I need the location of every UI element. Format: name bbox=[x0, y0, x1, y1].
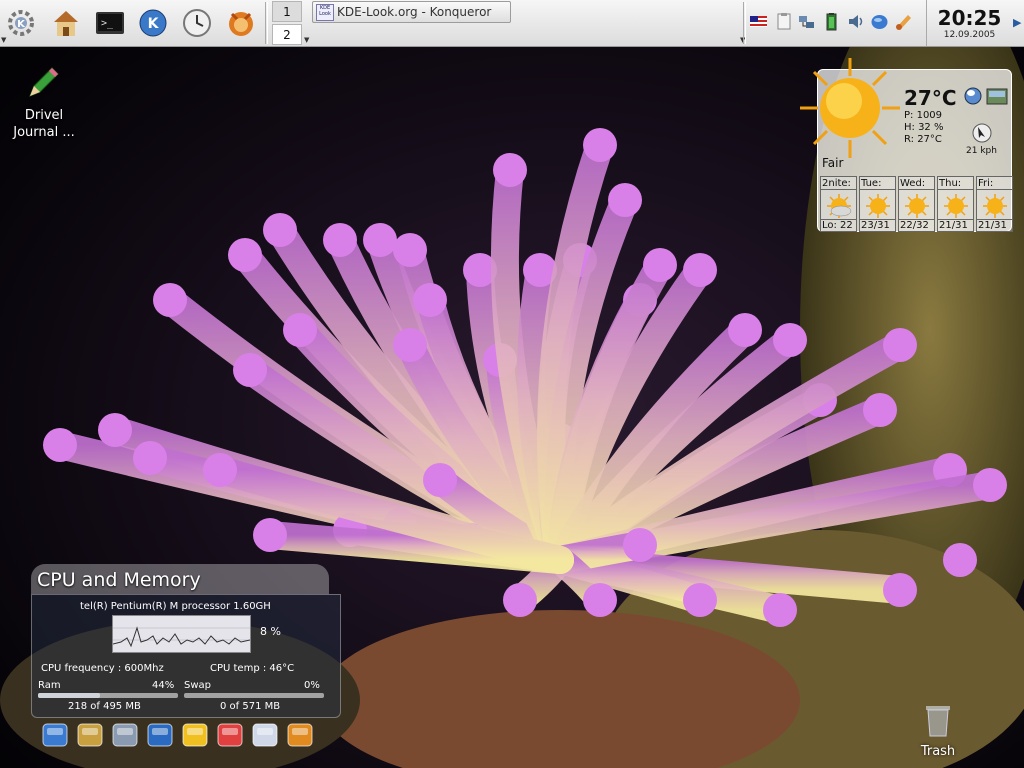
pencil-icon bbox=[29, 67, 59, 97]
pager-desktop-2[interactable]: 2 bbox=[272, 24, 302, 45]
widget-title: CPU and Memory bbox=[31, 564, 329, 594]
forecast-day: Fri: 21/31 bbox=[976, 176, 1013, 232]
forecast-day-name: 2nite: bbox=[821, 177, 856, 190]
forecast-day: Tue: 23/31 bbox=[859, 176, 896, 232]
home-launcher[interactable] bbox=[49, 6, 83, 40]
kde-menu-button[interactable]: K bbox=[4, 6, 38, 40]
forecast-temp: 21/31 bbox=[938, 219, 973, 231]
forecast-temp: 23/31 bbox=[860, 219, 895, 231]
wind-direction-icon bbox=[972, 123, 992, 143]
ram-percent: 44% bbox=[152, 680, 175, 691]
swap-label: Swap bbox=[184, 680, 212, 691]
sun-icon bbox=[905, 194, 929, 218]
svg-text:>_: >_ bbox=[101, 18, 114, 29]
konsole-icon: >_ bbox=[96, 12, 124, 34]
cpu-usage-percent: 8 % bbox=[260, 625, 281, 638]
weather-wind-speed: 21 kph bbox=[966, 146, 997, 156]
desktop-icon-label: Trash bbox=[920, 744, 956, 759]
forecast-day: Thu: 21/31 bbox=[937, 176, 974, 232]
clock-icon bbox=[183, 9, 211, 37]
forecast-temp: 22/32 bbox=[899, 219, 934, 231]
weather-condition: Fair bbox=[822, 156, 844, 170]
ram-usage-bar bbox=[38, 693, 178, 698]
swap-usage-text: 0 of 571 MB bbox=[220, 701, 281, 712]
partly-cloudy-icon bbox=[827, 194, 852, 218]
desktop-icon-label: Drivel Journal ... bbox=[13, 108, 75, 140]
globe-icon[interactable] bbox=[870, 12, 889, 31]
taskbar-title: KDE-Look.org - Konqueror bbox=[337, 5, 492, 19]
sun-icon bbox=[944, 194, 968, 218]
battery-icon[interactable] bbox=[822, 12, 841, 31]
taskbar-button-konqueror[interactable]: KDE Look KDE-Look.org - Konqueror bbox=[312, 1, 511, 23]
panel-hide-arrow-icon[interactable]: ▶ bbox=[1013, 16, 1021, 29]
weather-humidity: H: 32 % bbox=[904, 122, 944, 133]
panel-separator bbox=[265, 2, 268, 44]
sun-icon bbox=[983, 194, 1007, 218]
panel-separator bbox=[743, 2, 746, 44]
radar-map-icon[interactable] bbox=[986, 86, 1008, 106]
kontact-launcher[interactable] bbox=[180, 6, 214, 40]
konqueror-launcher[interactable]: K bbox=[136, 6, 170, 40]
kde-panel: K ▼ >_ K 1 2 ▼ KDE Look KDE-Look.org - K… bbox=[0, 0, 1024, 47]
forecast-day-name: Thu: bbox=[938, 177, 973, 190]
menu-arrow-icon: ▼ bbox=[1, 36, 7, 44]
weather-realfeel: R: 27°C bbox=[904, 134, 942, 145]
wifi-icon[interactable] bbox=[75, 720, 105, 750]
desktop-icon-drivel[interactable]: Drivel Journal ... bbox=[10, 62, 78, 141]
cpu-frequency: CPU frequency : 600Mhz bbox=[41, 663, 164, 674]
forecast-day-name: Tue: bbox=[860, 177, 895, 190]
swap-percent: 0% bbox=[304, 680, 320, 691]
ram-label: Ram bbox=[38, 680, 61, 691]
forecast-day: 2nite: Lo: 22 bbox=[820, 176, 857, 232]
cpu-temperature: CPU temp : 46°C bbox=[210, 663, 295, 674]
weather-pressure: P: 1009 bbox=[904, 110, 943, 121]
cpu-load-graph bbox=[112, 615, 251, 653]
sun-icon bbox=[866, 194, 890, 218]
alarm-clock-icon[interactable] bbox=[180, 720, 210, 750]
harddisk-icon[interactable] bbox=[110, 720, 140, 750]
klipper-icon[interactable] bbox=[774, 12, 793, 31]
home-folder-icon bbox=[54, 11, 78, 36]
svg-text:K: K bbox=[148, 16, 160, 32]
processor-name: tel(R) Pentium(R) M processor 1.60GH bbox=[80, 601, 271, 612]
trash-bin-icon[interactable] bbox=[285, 720, 315, 750]
terminal-launcher[interactable]: >_ bbox=[93, 6, 127, 40]
monitor-icon[interactable] bbox=[40, 720, 70, 750]
panel-clock[interactable]: 20:25 12.09.2005 bbox=[926, 0, 1012, 46]
globe-icon[interactable] bbox=[963, 86, 983, 106]
ram-usage-text: 218 of 495 MB bbox=[68, 701, 141, 712]
email-icon[interactable] bbox=[250, 720, 280, 750]
trash-icon bbox=[926, 706, 950, 737]
sun-icon bbox=[800, 58, 900, 158]
forecast-day-name: Wed: bbox=[899, 177, 934, 190]
forecast-day-name: Fri: bbox=[977, 177, 1012, 190]
kde-gear-icon: K bbox=[8, 10, 34, 36]
pager-desktop-1[interactable]: 1 bbox=[272, 1, 302, 22]
calendar-icon[interactable] bbox=[215, 720, 245, 750]
weather-temperature: 27°C bbox=[904, 86, 957, 110]
firefox-icon bbox=[229, 12, 253, 36]
volume-icon[interactable] bbox=[846, 12, 865, 31]
clock-time: 20:25 bbox=[937, 6, 1002, 30]
kde-look-icon: KDE Look bbox=[316, 4, 334, 21]
firefox-launcher[interactable] bbox=[224, 6, 258, 40]
globe-icon[interactable] bbox=[145, 720, 175, 750]
forecast-day: Wed: 22/32 bbox=[898, 176, 935, 232]
widget-body: tel(R) Pentium(R) M processor 1.60GH 8 %… bbox=[31, 594, 341, 718]
clock-date: 12.09.2005 bbox=[943, 30, 996, 40]
weather-widget[interactable]: 27°C P: 1009 H: 32 % R: 27°C 21 kph Fair… bbox=[800, 58, 1013, 232]
audio-player-icon[interactable] bbox=[894, 12, 913, 31]
pager-arrow-icon: ▼ bbox=[304, 36, 310, 44]
forecast-temp: Lo: 22 bbox=[821, 219, 856, 231]
forecast-temp: 21/31 bbox=[977, 219, 1012, 231]
swap-usage-bar bbox=[184, 693, 324, 698]
network-icon[interactable] bbox=[797, 12, 816, 31]
desktop-icon-trash[interactable]: Trash bbox=[905, 700, 971, 760]
svg-text:K: K bbox=[17, 19, 26, 30]
application-dock bbox=[40, 720, 326, 754]
konqueror-k-icon: K bbox=[139, 9, 167, 37]
us-flag-icon[interactable] bbox=[749, 12, 768, 31]
